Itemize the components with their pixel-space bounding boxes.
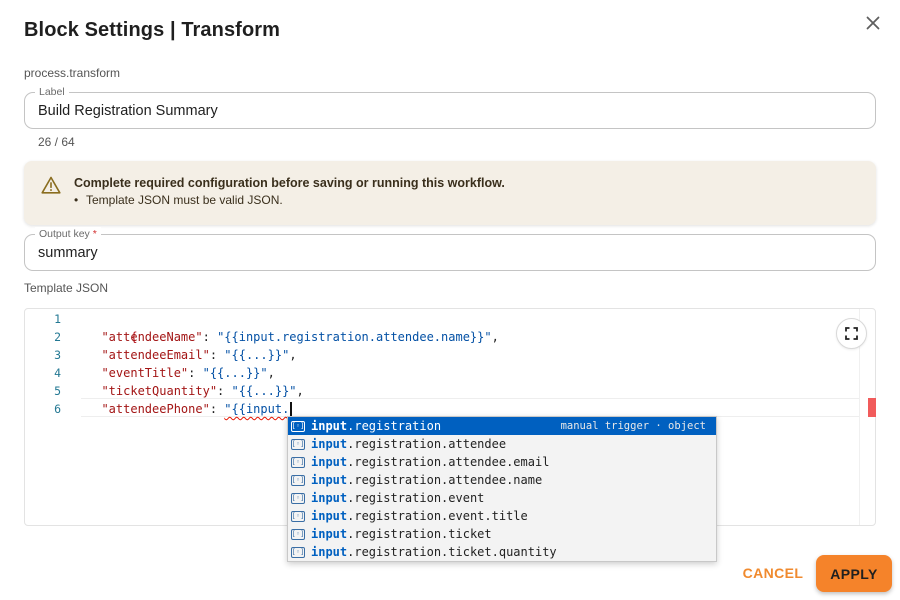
line-number: 3 bbox=[54, 348, 61, 362]
label-field[interactable]: Label Build Registration Summary bbox=[24, 85, 876, 129]
validation-alert: Complete required configuration before s… bbox=[24, 161, 876, 225]
label-char-count: 26 / 64 bbox=[38, 135, 75, 149]
warning-icon bbox=[41, 176, 61, 194]
autocomplete-item[interactable]: [◦] input .registration.ticket bbox=[288, 525, 716, 543]
alert-item: Template JSON must be valid JSON. bbox=[74, 193, 283, 207]
variable-symbol-icon: [◦] bbox=[291, 456, 305, 468]
label-field-value[interactable]: Build Registration Summary bbox=[38, 102, 218, 120]
error-squiggle: "{{input. bbox=[224, 402, 290, 416]
autocomplete-dropdown[interactable]: [◦] input .registration manual trigger · o… bbox=[287, 416, 717, 562]
code-line[interactable]: "eventTitle": "{{...}}", bbox=[87, 364, 274, 382]
line-number: 5 bbox=[54, 384, 61, 398]
output-key-legend: Output key * bbox=[35, 227, 101, 241]
code-line[interactable]: "attendeePhone": "{{input. bbox=[87, 400, 292, 418]
close-icon[interactable] bbox=[866, 16, 880, 30]
variable-symbol-icon: [◦] bbox=[291, 474, 305, 486]
line-number-gutter: 1 2 3 4 5 6 bbox=[25, 309, 81, 525]
alert-title: Complete required configuration before s… bbox=[74, 176, 505, 190]
required-mark: * bbox=[92, 228, 97, 240]
variable-symbol-icon: [◦] bbox=[291, 546, 305, 558]
text-cursor bbox=[290, 402, 292, 417]
code-line[interactable]: "attendeeEmail": "{{...}}", bbox=[87, 346, 296, 364]
variable-symbol-icon: [◦] bbox=[291, 438, 305, 450]
autocomplete-item[interactable]: [◦] input .registration.attendee.email bbox=[288, 453, 716, 471]
autocomplete-detail: manual trigger · object bbox=[560, 420, 706, 432]
alert-list: Template JSON must be valid JSON. bbox=[74, 193, 283, 207]
output-key-field[interactable]: Output key * summary bbox=[24, 227, 876, 271]
variable-symbol-icon: [◦] bbox=[291, 528, 305, 540]
autocomplete-item[interactable]: [◦] input .registration.event.title bbox=[288, 507, 716, 525]
variable-symbol-icon: [◦] bbox=[291, 492, 305, 504]
variable-symbol-icon: [◦] bbox=[291, 420, 305, 432]
autocomplete-item[interactable]: [◦] input .registration manual trigger · o… bbox=[288, 417, 716, 435]
autocomplete-item[interactable]: [◦] input .registration.attendee bbox=[288, 435, 716, 453]
cancel-button[interactable]: CANCEL bbox=[738, 560, 808, 586]
line-number: 2 bbox=[54, 330, 61, 344]
variable-symbol-icon: [◦] bbox=[291, 510, 305, 522]
fullscreen-button[interactable] bbox=[836, 318, 867, 349]
error-marker bbox=[868, 398, 876, 417]
autocomplete-item[interactable]: [◦] input .registration.event bbox=[288, 489, 716, 507]
code-line[interactable]: "ticketQuantity": "{{...}}", bbox=[87, 382, 303, 400]
block-settings-dialog: Block Settings | Transform process.trans… bbox=[0, 0, 900, 600]
line-number: 1 bbox=[54, 312, 61, 326]
close-button[interactable] bbox=[860, 10, 886, 36]
line-number: 6 bbox=[54, 402, 61, 416]
label-field-legend: Label bbox=[35, 85, 69, 99]
apply-button[interactable]: APPLY bbox=[816, 555, 892, 592]
output-key-value[interactable]: summary bbox=[38, 244, 98, 262]
code-line[interactable]: "attendeeName": "{{input.registration.at… bbox=[87, 328, 498, 346]
autocomplete-item[interactable]: [◦] input .registration.attendee.name bbox=[288, 471, 716, 489]
template-json-label: Template JSON bbox=[24, 281, 109, 295]
autocomplete-item[interactable]: [◦] input .registration.ticket.quantity bbox=[288, 543, 716, 561]
fullscreen-icon[interactable] bbox=[845, 327, 858, 340]
block-type-label: process.transform bbox=[24, 66, 121, 80]
dialog-title: Block Settings | Transform bbox=[24, 19, 281, 41]
line-number: 4 bbox=[54, 366, 61, 380]
